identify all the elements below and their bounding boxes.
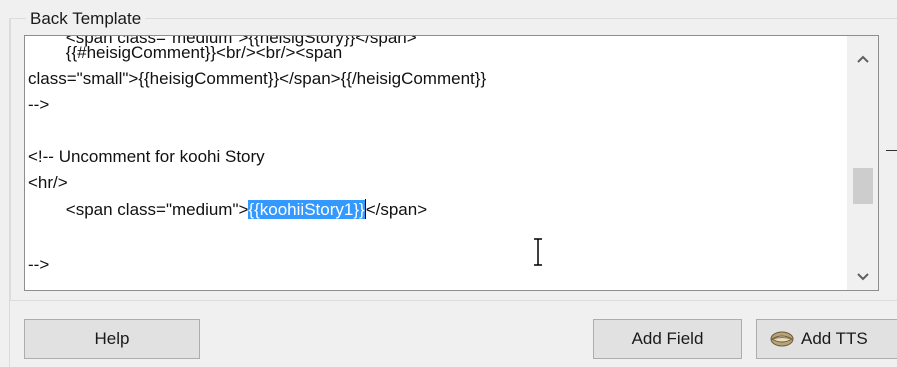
card-template-editor: Back Template <span class="medium">{{hei…	[0, 0, 897, 367]
add-tts-button-label: Add TTS	[801, 329, 868, 348]
speaker-lips-icon	[770, 331, 794, 347]
code-line: <hr/>	[28, 173, 68, 192]
code-line-suffix: </span>	[365, 200, 428, 219]
code-line: class="small">{{heisigComment}}</span>{{…	[28, 69, 487, 88]
text-area[interactable]: <span class="medium">{{heisigStory}}</sp…	[28, 36, 848, 290]
code-line: <!-- Uncomment for koohi Story	[28, 147, 265, 166]
add-tts-button[interactable]: Add TTS	[756, 319, 897, 359]
code-line: -->	[28, 95, 50, 114]
code-line: {{#heisigComment}}<br/><br/><span	[28, 43, 343, 62]
vertical-scrollbar[interactable]	[847, 36, 878, 290]
add-field-button[interactable]: Add Field	[593, 319, 742, 359]
template-text-editor[interactable]: <span class="medium">{{heisigStory}}</sp…	[24, 35, 879, 291]
code-line-prefix: <span class="medium">	[28, 200, 249, 219]
add-field-button-label: Add Field	[631, 329, 704, 348]
group-title: Back Template	[26, 8, 146, 30]
code-line-with-selection: <span class="medium">{{koohiiStory1}}</s…	[28, 199, 427, 221]
selected-text[interactable]: {{koohiiStory1}}	[248, 200, 365, 219]
code-line: -->	[28, 255, 50, 274]
scrollbar-thumb[interactable]	[853, 168, 873, 204]
chevron-up-icon[interactable]	[848, 44, 878, 74]
splitter-mark	[886, 150, 897, 151]
chevron-down-icon[interactable]	[848, 262, 878, 290]
help-button[interactable]: Help	[24, 319, 200, 359]
help-button-label: Help	[94, 329, 130, 348]
text-cursor-icon	[534, 238, 542, 266]
